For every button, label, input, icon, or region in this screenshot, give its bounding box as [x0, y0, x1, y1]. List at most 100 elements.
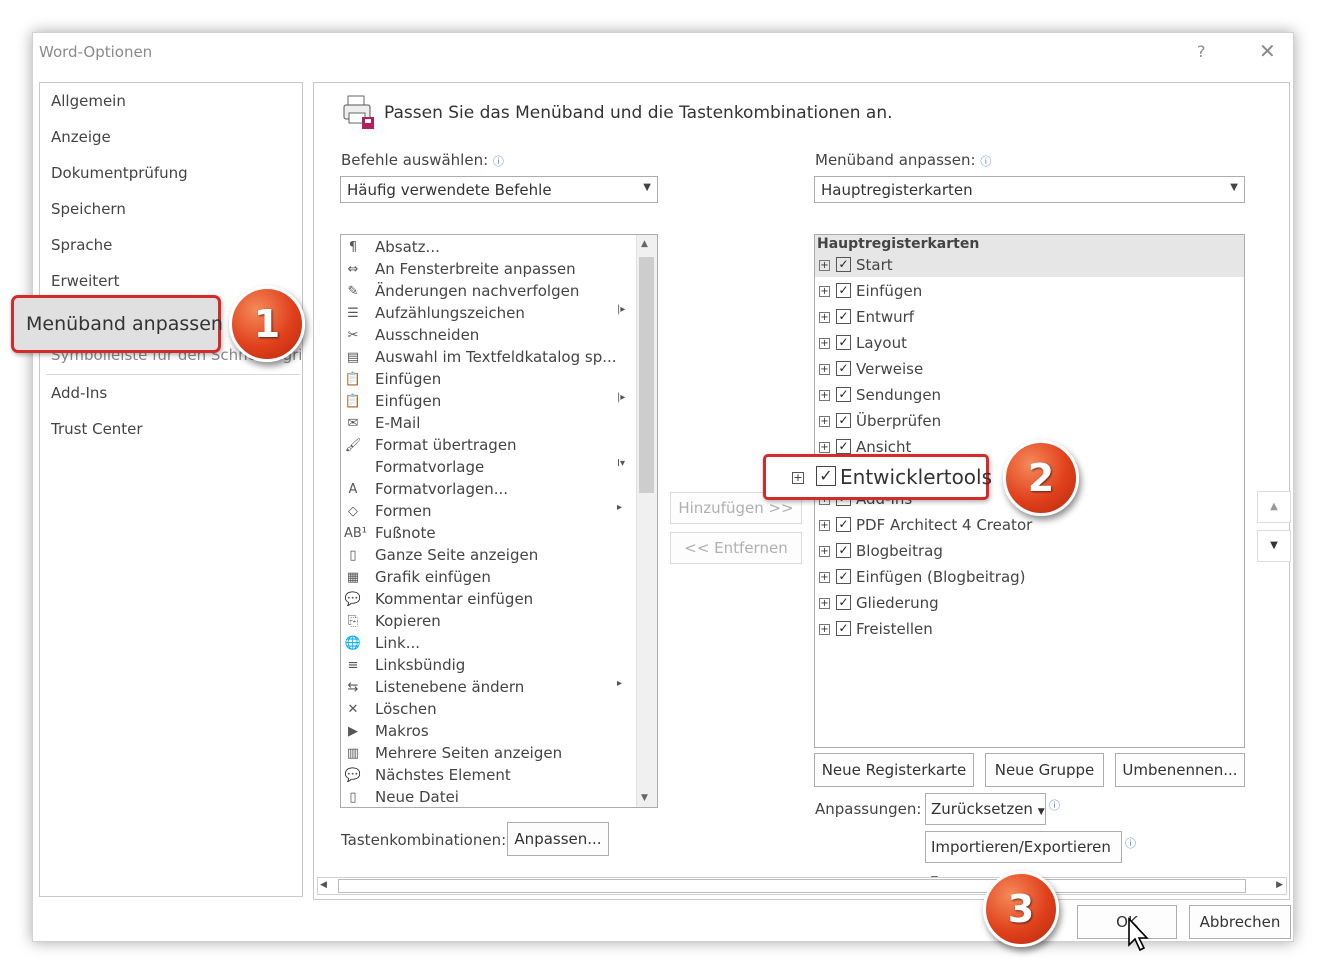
tree-item[interactable]: + ✓ Einfügen	[815, 281, 1243, 307]
expand-icon[interactable]: +	[819, 598, 830, 609]
tab-checkbox[interactable]: ✓	[836, 413, 851, 428]
command-list-item[interactable]: ✕ Löschen	[341, 699, 633, 721]
ribbon-select[interactable]: Hauptregisterkarten ▼	[814, 176, 1245, 203]
tree-item[interactable]: + ✓ Layout	[815, 333, 1243, 359]
expand-icon[interactable]: +	[819, 416, 830, 427]
expand-icon[interactable]: +	[819, 572, 830, 583]
expand-icon[interactable]: +	[819, 624, 830, 635]
import-export-dropdown[interactable]: Importieren/Exportieren ▼	[925, 831, 1122, 885]
tree-item[interactable]: + ✓ Verweise	[815, 359, 1243, 385]
command-list-item[interactable]: ⇔ An Fensterbreite anpassen	[341, 259, 633, 281]
command-label: Formatvorlage	[375, 458, 485, 476]
command-list-item[interactable]: 💬 Nächstes Element	[341, 765, 633, 787]
expand-icon[interactable]: +	[819, 520, 830, 531]
expand-icon[interactable]: +	[819, 546, 830, 557]
new-tab-button[interactable]: Neue Registerkarte	[814, 753, 974, 787]
nav-item-trust-center[interactable]: Trust Center	[51, 420, 143, 438]
command-list-item[interactable]: ▯ Ganze Seite anzeigen	[341, 545, 633, 567]
nav-item-dokumentpruefung[interactable]: Dokumentprüfung	[51, 164, 188, 182]
cancel-button[interactable]: Abbrechen	[1189, 905, 1291, 939]
tab-checkbox[interactable]: ✓	[836, 543, 851, 558]
nav-item-speichern[interactable]: Speichern	[51, 200, 126, 218]
tree-item[interactable]: + ✓ Überprüfen	[815, 411, 1243, 437]
command-list-item[interactable]: ▯ Neue Datei	[341, 787, 633, 807]
commands-select[interactable]: Häufig verwendete Befehle ▼	[340, 176, 658, 203]
command-list-item[interactable]: 📋 Einfügen	[341, 369, 633, 391]
command-list-item[interactable]: 🖌 Format übertragen	[341, 435, 633, 457]
nav-item-allgemein[interactable]: Allgemein	[51, 92, 126, 110]
command-icon: ▤	[346, 350, 360, 365]
commands-scrollbar[interactable]: ▲ ▼	[636, 235, 657, 807]
command-list-item[interactable]: ▤ Auswahl im Textfeldkatalog sp...	[341, 347, 633, 369]
entwicklertools-checkbox[interactable]: ✓	[816, 466, 836, 486]
expand-icon[interactable]: +	[819, 286, 830, 297]
command-list-item[interactable]: ≡ Linksbündig	[341, 655, 633, 677]
tree-item[interactable]: + ✓ Blogbeitrag	[815, 541, 1243, 567]
expand-icon[interactable]: +	[819, 260, 830, 271]
customize-shortcuts-button[interactable]: Anpassen...	[507, 822, 609, 856]
tree-item[interactable]: + ✓ Entwurf	[815, 307, 1243, 333]
tree-item[interactable]: + ✓ Start	[815, 255, 1243, 281]
expand-icon[interactable]: +	[819, 312, 830, 323]
command-list-item[interactable]: ⎘ Kopieren	[341, 611, 633, 633]
close-icon[interactable]: ✕	[1259, 39, 1276, 63]
expand-icon[interactable]: +	[819, 390, 830, 401]
tab-checkbox[interactable]: ✓	[836, 283, 851, 298]
expand-icon[interactable]: +	[819, 442, 830, 453]
command-list-item[interactable]: A Formatvorlagen...	[341, 479, 633, 501]
tab-checkbox[interactable]: ✓	[836, 309, 851, 324]
expand-icon[interactable]: +	[819, 338, 830, 349]
command-list-item[interactable]: ✉ E-Mail	[341, 413, 633, 435]
tab-checkbox[interactable]: ✓	[836, 595, 851, 610]
command-list-item[interactable]: ▶ Makros	[341, 721, 633, 743]
tab-checkbox[interactable]: ✓	[836, 387, 851, 402]
move-up-button[interactable]: ▲	[1257, 491, 1291, 523]
horizontal-scrollbar[interactable]: ◀ ▶	[317, 877, 1287, 895]
tree-item[interactable]: + ✓ Einfügen (Blogbeitrag)	[815, 567, 1243, 593]
nav-item-anzeige[interactable]: Anzeige	[51, 128, 111, 146]
tab-label: Gliederung	[856, 594, 939, 612]
command-list-item[interactable]: 💬 Kommentar einfügen	[341, 589, 633, 611]
rename-button[interactable]: Umbenennen...	[1115, 753, 1245, 787]
tab-checkbox[interactable]: ✓	[836, 621, 851, 636]
commands-list[interactable]: ¶ Absatz... ⇔ An Fensterbreite anpassen ✎ Änd…	[340, 234, 658, 808]
tab-checkbox[interactable]: ✓	[836, 257, 851, 272]
tab-checkbox[interactable]: ✓	[836, 439, 851, 454]
reset-dropdown[interactable]: Zurücksetzen ▼	[925, 793, 1046, 825]
remove-button[interactable]: << Entfernen	[670, 532, 802, 564]
tab-checkbox[interactable]: ✓	[836, 335, 851, 350]
command-list-item[interactable]: 🌐 Link...	[341, 633, 633, 655]
nav-item-menueband-anpassen[interactable]: Menüband anpassen	[11, 295, 223, 353]
nav-item-sprache[interactable]: Sprache	[51, 236, 112, 254]
page-heading: Passen Sie das Menüband und die Tastenko…	[384, 103, 893, 123]
expand-icon[interactable]: +	[819, 364, 830, 375]
command-list-item[interactable]: ▦ Grafik einfügen	[341, 567, 633, 589]
command-list-item[interactable]: AB¹ Fußnote	[341, 523, 633, 545]
expand-icon[interactable]: +	[792, 472, 804, 484]
help-icon[interactable]: ?	[1197, 42, 1206, 61]
tree-item[interactable]: + ✓ Gliederung	[815, 593, 1243, 619]
tab-checkbox[interactable]: ✓	[836, 569, 851, 584]
command-list-item[interactable]: ¶ Absatz...	[341, 237, 633, 259]
command-list-item[interactable]: ▥ Mehrere Seiten anzeigen	[341, 743, 633, 765]
command-list-item[interactable]: ✎ Änderungen nachverfolgen	[341, 281, 633, 303]
nav-item-erweitert[interactable]: Erweitert	[51, 272, 119, 290]
tree-item-entwicklertools[interactable]: + ✓ Entwicklertools	[763, 454, 992, 500]
tab-checkbox[interactable]: ✓	[836, 361, 851, 376]
tree-item[interactable]: + ✓ PDF Architect 4 Creator	[815, 515, 1243, 541]
tree-item[interactable]: + ✓ Freistellen	[815, 619, 1243, 645]
command-list-item[interactable]: Formatvorlage I▾	[341, 457, 633, 479]
horizontal-scrollbar-thumb[interactable]	[338, 879, 1246, 893]
tab-checkbox[interactable]: ✓	[836, 517, 851, 532]
command-list-item[interactable]: ◇ Formen ▸	[341, 501, 633, 523]
new-group-button[interactable]: Neue Gruppe	[985, 753, 1104, 787]
nav-item-add-ins[interactable]: Add-Ins	[51, 384, 107, 402]
command-list-item[interactable]: ☰ Aufzählungszeichen |▸	[341, 303, 633, 325]
scrollbar-thumb[interactable]	[639, 257, 654, 493]
tree-item[interactable]: + ✓ Sendungen	[815, 385, 1243, 411]
command-list-item[interactable]: 📋 Einfügen |▸	[341, 391, 633, 413]
dialog-title: Word-Optionen	[39, 43, 153, 61]
command-list-item[interactable]: ⇆ Listenebene ändern ▸	[341, 677, 633, 699]
command-list-item[interactable]: ✂ Ausschneiden	[341, 325, 633, 347]
move-down-button[interactable]: ▼	[1257, 530, 1291, 562]
